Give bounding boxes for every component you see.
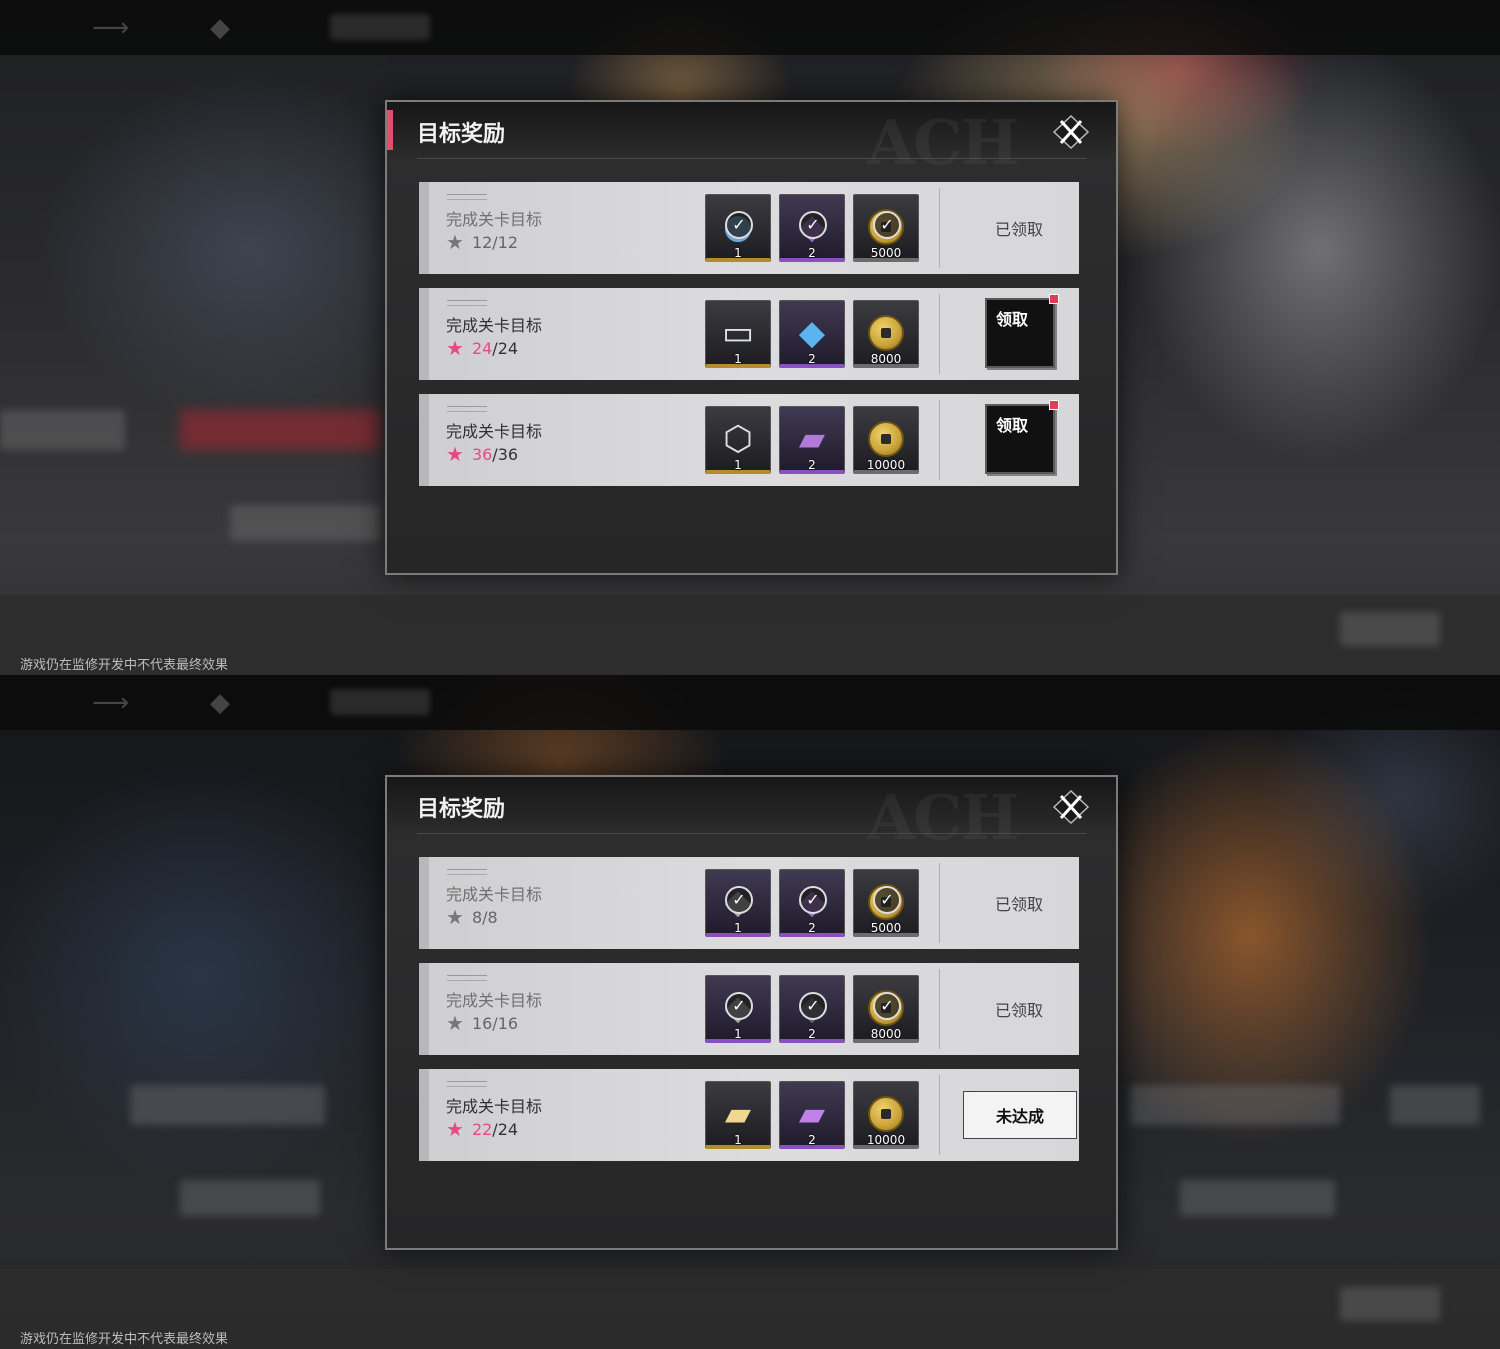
goal-rewards-dialog: ACH 目标奖励 完成关卡目标 ★ 8/8 ◆✓1 ◆✓2 ✓5000 [385,775,1118,1250]
check-icon: ✓ [725,886,753,914]
dark-crystal-icon[interactable]: ◆✓2 [779,975,845,1043]
claimed-status: 已领取 [994,895,1043,914]
gold-coin-icon[interactable]: 10000 [853,1081,919,1149]
goal-rewards-dialog: ACH 目标奖励 完成关卡目标 ★ 12/12 ●✓1 ◆✓2 ✓5000 [385,100,1118,575]
check-icon: ✓ [725,992,753,1020]
start-button-blurred [1340,1287,1440,1321]
star-progress: ★ 8/8 [446,905,498,929]
star-icon: ★ [446,1117,464,1141]
gold-coin-icon[interactable]: ✓ 8000 [853,975,919,1043]
star-icon: ★ [446,442,464,466]
reward-row: 完成关卡目标 ★ 22/24 ▰ 1 ▰ 2 10000 未达成 [419,1069,1079,1161]
check-icon: ✓ [873,992,901,1020]
star-icon: ★ [446,336,464,360]
notification-dot [1049,294,1059,304]
diamond-icon[interactable]: ◆ [206,14,234,42]
reward-items: ●✓1 ◆✓2 ✓5000 [705,194,919,262]
star-progress: ★ 24/24 [446,336,519,360]
title-accent [387,110,393,150]
reward-row: 完成关卡目标 ★ 8/8 ◆✓1 ◆✓2 ✓5000 已领取 [419,857,1079,949]
stage-node-blurred [180,1180,320,1216]
reward-row: 完成关卡目标 ★ 12/12 ●✓1 ◆✓2 ✓5000 已领取 [419,182,1079,274]
star-progress: ★ 36/36 [446,442,519,466]
dialog-title: 目标奖励 [417,796,506,822]
close-button[interactable] [1048,789,1094,825]
purple-book-icon[interactable]: ▰ 2 [779,406,845,474]
star-icon: ★ [446,905,464,929]
stage-node-blurred [0,410,125,450]
gold-card-icon[interactable]: ▰ 1 [705,1081,771,1149]
close-icon [1052,789,1090,825]
claim-button[interactable]: 领取 [985,294,1059,368]
dialog-title: 目标奖励 [417,121,506,147]
blue-orb-icon[interactable]: ●✓1 [705,194,771,262]
stage-node-blurred [1180,1180,1335,1216]
reward-items: ◆✓1 ◆✓2 ✓8000 [705,975,919,1043]
share-icon[interactable]: ⟶ [92,689,129,717]
goal-label: 完成关卡目标 [446,210,543,229]
stage-node-active-blurred [180,410,380,450]
stage-node-blurred [230,505,380,541]
screen-bottom: ⟶ ◆ 游戏仍在监修开发中不代表最终效果 ACH 目标奖励 完成关卡目标 ★ 8… [0,675,1500,1349]
star-icon: ★ [446,230,464,254]
notification-dot [1049,400,1059,410]
ticket-icon[interactable]: ▭ 1 [705,300,771,368]
reward-items: ▰ 1 ▰ 2 10000 [705,1081,919,1149]
stage-node-blurred [1390,1085,1480,1125]
goal-label: 完成关卡目标 [446,316,543,335]
screen-top: ⟶ ◆ 游戏仍在监修开发中不代表最终效果 ACH 目标奖励 完成关卡目标 ★ 1… [0,0,1500,675]
reward-row: 完成关卡目标 ★ 24/24 ▭ 1 ◆ 2 8000 领取 [419,288,1079,380]
purple-shard-icon[interactable]: ◆✓2 [779,194,845,262]
star-icon: ★ [446,1011,464,1035]
gold-coin-icon[interactable]: ✓ 5000 [853,194,919,262]
gold-coin-icon[interactable]: 8000 [853,300,919,368]
share-icon[interactable]: ⟶ [92,14,129,42]
goal-label: 完成关卡目标 [446,1097,543,1116]
check-icon: ✓ [799,211,827,239]
mode-label-blurred [330,689,430,715]
star-progress: ★ 22/24 [446,1117,519,1141]
check-icon: ✓ [873,211,901,239]
claimed-status: 已领取 [994,1001,1043,1020]
reward-items: ⬡ 1 ▰ 2 10000 [705,406,919,474]
reward-row: 完成关卡目标 ★ 36/36 ⬡ 1 ▰ 2 10000 领取 [419,394,1079,486]
claim-button[interactable]: 领取 [985,400,1059,474]
close-button[interactable] [1048,114,1094,150]
diamond-icon[interactable]: ◆ [206,689,234,717]
close-icon [1052,114,1090,150]
blue-crystal-icon[interactable]: ◆ 2 [779,300,845,368]
goal-label: 完成关卡目标 [446,991,543,1010]
check-icon: ✓ [873,886,901,914]
reward-items: ◆✓1 ◆✓2 ✓5000 [705,869,919,937]
stage-node-blurred [130,1085,325,1125]
check-icon: ✓ [799,992,827,1020]
disclaimer-text: 游戏仍在监修开发中不代表最终效果 [20,657,229,672]
star-progress: ★ 16/16 [446,1011,519,1035]
purple-shard-icon[interactable]: ◆✓2 [779,869,845,937]
goal-label: 完成关卡目标 [446,422,543,441]
stage-node-blurred [1130,1085,1340,1125]
start-button-blurred [1340,612,1440,646]
mode-label-blurred [330,14,430,40]
disclaimer-text: 游戏仍在监修开发中不代表最终效果 [20,1331,229,1346]
gold-coin-icon[interactable]: 10000 [853,406,919,474]
top-bar: ⟶ ◆ [0,675,1500,730]
gold-coin-icon[interactable]: ✓ 5000 [853,869,919,937]
reward-items: ▭ 1 ◆ 2 8000 [705,300,919,368]
character-portrait-icon[interactable]: ⬡ 1 [705,406,771,474]
grey-shard-icon[interactable]: ◆✓1 [705,869,771,937]
star-progress: ★ 12/12 [446,230,519,254]
reward-row: 完成关卡目标 ★ 16/16 ◆✓1 ◆✓2 ✓8000 已领取 [419,963,1079,1055]
top-bar: ⟶ ◆ [0,0,1500,55]
purple-card-icon[interactable]: ▰ 2 [779,1081,845,1149]
check-icon: ✓ [725,211,753,239]
goal-label: 完成关卡目标 [446,885,543,904]
claimed-status: 已领取 [994,220,1043,239]
grey-shard-icon[interactable]: ◆✓1 [705,975,771,1043]
check-icon: ✓ [799,886,827,914]
not-achieved-button[interactable]: 未达成 [963,1091,1077,1139]
